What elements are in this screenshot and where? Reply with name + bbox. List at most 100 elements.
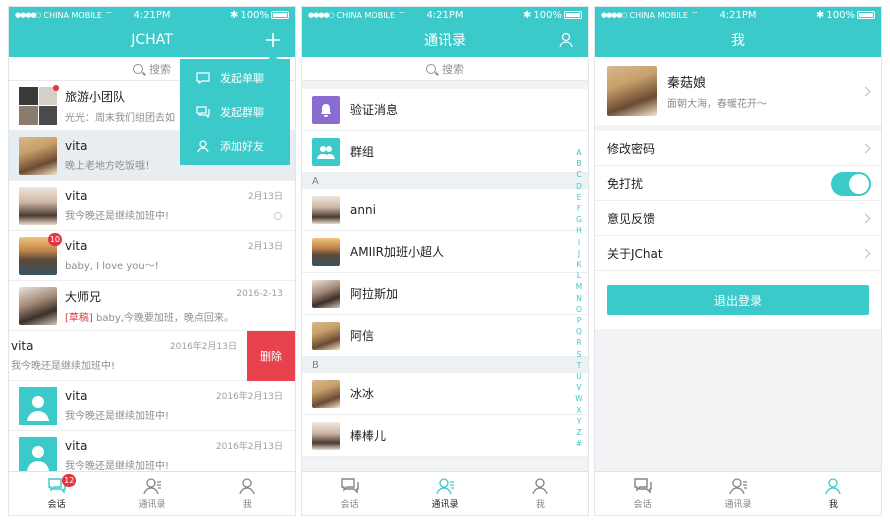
carrier-name: CHINA MOBILE	[43, 10, 103, 20]
add-friend-icon	[197, 140, 209, 153]
menu-item-single-chat[interactable]: 发起单聊	[180, 61, 290, 95]
index-letter[interactable]: D	[574, 181, 584, 192]
index-letter[interactable]: L	[574, 270, 584, 281]
conversation-time: 2016年2月13日	[215, 392, 283, 402]
tab-contacts[interactable]: 通讯录	[104, 472, 199, 515]
tab-me[interactable]: 我	[200, 472, 295, 515]
index-letter[interactable]: Z	[574, 427, 584, 438]
index-letter[interactable]: M	[574, 281, 584, 292]
contact-row[interactable]: 阿信	[302, 315, 588, 357]
conversation-item[interactable]: vita 我今晚还是继续加班中! 2016年2月13日	[9, 331, 247, 381]
add-contact-icon[interactable]	[556, 30, 576, 50]
dnd-toggle[interactable]	[831, 172, 871, 196]
index-letter[interactable]: O	[574, 304, 584, 315]
battery-area: ✱ 100%	[523, 10, 582, 21]
signal-icon: ●●●●○	[308, 11, 335, 19]
index-letter[interactable]: W	[574, 393, 584, 404]
search-icon	[133, 63, 143, 74]
menu-item-label: 发起单聊	[220, 72, 264, 85]
nav-bar: JCHAT	[9, 23, 295, 57]
avatar	[312, 379, 340, 408]
index-letter[interactable]: R	[574, 337, 584, 348]
tab-label: 通讯录	[431, 500, 459, 510]
profile-card[interactable]: 秦菇娘 面朝大海，春暖花开～	[595, 57, 881, 125]
tab-chats[interactable]: 会话	[302, 472, 397, 515]
settings-label: 修改密码	[607, 141, 656, 156]
index-letter[interactable]: Y	[574, 416, 584, 427]
settings-change-password[interactable]: 修改密码	[595, 131, 881, 166]
phone-conversations: ●●●●○ CHINA MOBILE ⌔ 4:21PM ✱ 100% JCHAT…	[8, 6, 296, 516]
index-letter[interactable]: J	[574, 248, 584, 259]
index-letter[interactable]: U	[574, 371, 584, 382]
conversation-item[interactable]: 大师兄 [草稿] baby,今晚要加班，晚点回来。 2016-2-13	[9, 281, 295, 331]
index-letter[interactable]: V	[574, 382, 584, 393]
conversation-time: 2016年2月13日	[215, 442, 283, 452]
verify-messages-row[interactable]: 验证消息	[302, 89, 588, 131]
index-letter[interactable]: #	[574, 438, 584, 449]
tab-contacts[interactable]: 通讯录	[690, 472, 785, 515]
tab-label: 我	[535, 500, 545, 510]
add-icon[interactable]	[263, 30, 283, 50]
contact-name: 阿信	[350, 329, 375, 343]
signal-icon: ●●●●○	[15, 11, 42, 19]
contact-row[interactable]: anni	[302, 189, 588, 231]
battery-percent: 100%	[533, 9, 562, 21]
avatar	[312, 279, 340, 308]
page-title: 我	[731, 33, 745, 49]
groups-row[interactable]: 群组	[302, 131, 588, 173]
index-letter[interactable]: P	[574, 315, 584, 326]
settings-feedback[interactable]: 意见反馈	[595, 201, 881, 236]
logout-button[interactable]: 退出登录	[607, 285, 869, 315]
search-bar[interactable]: 搜索	[302, 57, 588, 81]
tab-bar: 12 会话 通讯录 我	[9, 471, 295, 515]
index-letter[interactable]: X	[574, 405, 584, 416]
wifi-icon: ⌔	[398, 10, 406, 19]
conversation-message: [草稿] baby,今晚要加班，晚点回来。	[65, 309, 285, 324]
menu-item-add-friend[interactable]: 添加好友	[180, 129, 290, 163]
index-letter[interactable]: B	[574, 158, 584, 169]
tab-chats[interactable]: 会话	[595, 472, 690, 515]
index-letter[interactable]: G	[574, 214, 584, 225]
index-letter[interactable]: E	[574, 192, 584, 203]
default-avatar	[19, 436, 57, 475]
tab-contacts[interactable]: 通讯录	[397, 472, 492, 515]
contact-row[interactable]: AMIIR加班小超人	[302, 231, 588, 273]
conversation-item[interactable]: 10 vita baby, I love you～! 2月13日	[9, 231, 295, 281]
row-label: 验证消息	[350, 103, 399, 117]
nav-bar: 通讯录	[302, 23, 588, 57]
contact-row[interactable]: 棒棒儿	[302, 415, 588, 457]
index-letter[interactable]: H	[574, 225, 584, 236]
chats-badge: 12	[62, 474, 77, 487]
settings-do-not-disturb: 免打扰	[595, 166, 881, 201]
index-letter[interactable]: K	[574, 259, 584, 270]
tab-me[interactable]: 我	[786, 472, 881, 515]
tab-chats[interactable]: 12 会话	[9, 472, 104, 515]
index-letter[interactable]: T	[574, 360, 584, 371]
settings-about[interactable]: 关于JChat	[595, 236, 881, 271]
settings-label: 关于JChat	[607, 246, 663, 261]
alphabet-index[interactable]: A B C D E F G H I J K L M N O P Q R S T U V W X Y Z #	[574, 147, 584, 449]
mute-icon	[274, 212, 282, 220]
tab-me[interactable]: 我	[493, 472, 588, 515]
swiped-conversation[interactable]: vita 我今晚还是继续加班中! 2016年2月13日 删除	[9, 331, 295, 381]
conversation-message: 我今晚还是继续加班中!	[65, 211, 170, 222]
index-letter[interactable]: F	[574, 203, 584, 214]
unread-dot	[53, 84, 59, 91]
index-letter[interactable]: N	[574, 293, 584, 304]
delete-button[interactable]: 删除	[247, 331, 295, 381]
index-letter[interactable]: Q	[574, 326, 584, 337]
index-letter[interactable]: S	[574, 349, 584, 360]
draft-tag: [草稿]	[65, 312, 93, 324]
index-letter[interactable]: I	[574, 237, 584, 248]
conversation-item[interactable]: vita 我今晚还是继续加班中! 2016年2月13日	[9, 381, 295, 431]
status-bar: ●●●●○ CHINA MOBILE ⌔ 4:21PM ✱ 100%	[595, 7, 881, 23]
conversation-item[interactable]: vita 我今晚还是继续加班中! 2月13日	[9, 181, 295, 231]
page-title: JCHAT	[131, 32, 173, 48]
search-placeholder: 搜索	[149, 62, 171, 76]
menu-item-group-chat[interactable]: 发起群聊	[180, 95, 290, 129]
contact-row[interactable]: 冰冰	[302, 373, 588, 415]
carrier-name: CHINA MOBILE	[629, 10, 689, 20]
index-letter[interactable]: C	[574, 169, 584, 180]
contact-row[interactable]: 阿拉斯加	[302, 273, 588, 315]
index-letter[interactable]: A	[574, 147, 584, 158]
